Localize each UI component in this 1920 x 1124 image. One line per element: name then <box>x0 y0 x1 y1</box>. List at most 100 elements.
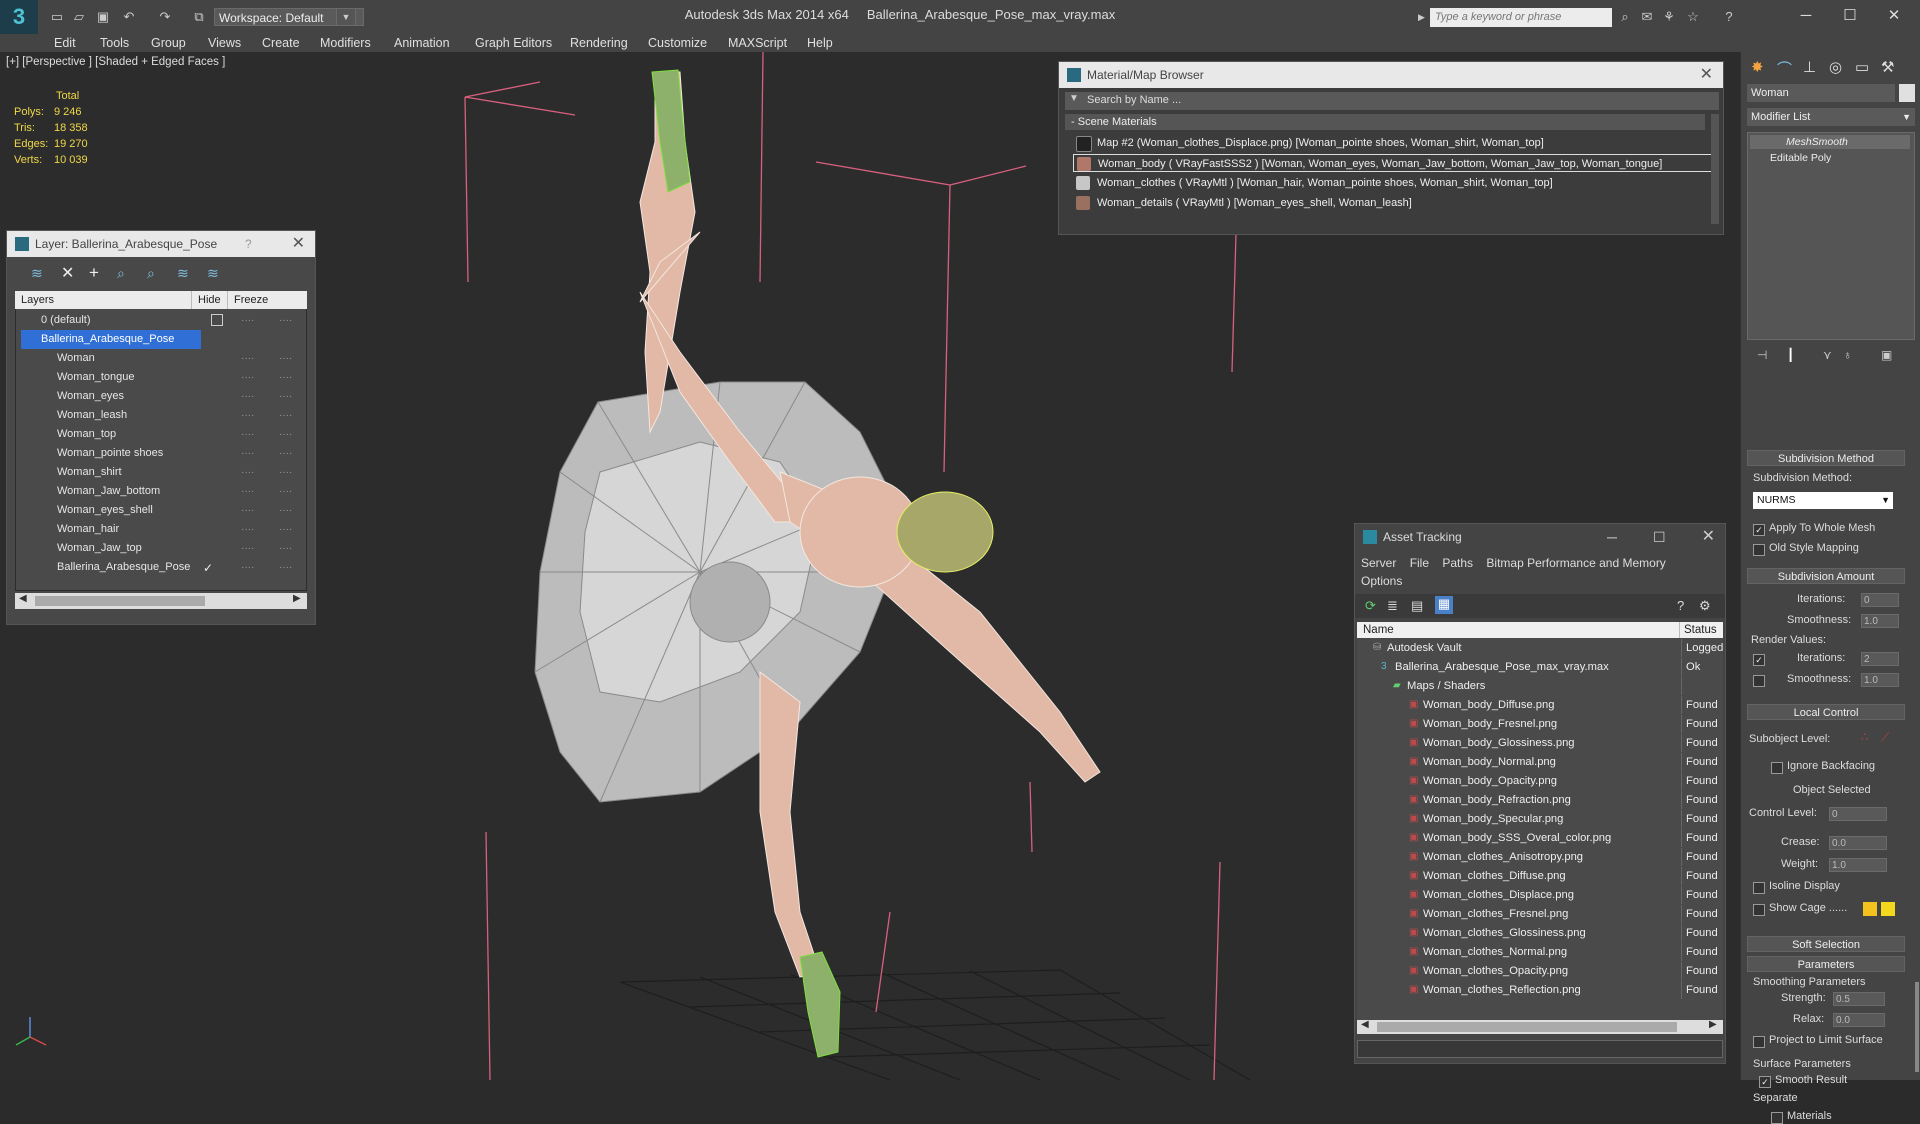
layer-row[interactable]: Woman ···· ···· <box>21 349 307 368</box>
scroll-left-icon[interactable]: ◀ <box>19 593 27 604</box>
asset-row[interactable]: ▣ Woman_body_Glossiness.png Found <box>1359 734 1721 752</box>
hierarchy-tab-icon[interactable]: ⊥ <box>1803 58 1816 76</box>
delete-layer-icon[interactable]: ✕ <box>61 263 74 283</box>
layer-panel-close-icon[interactable]: ✕ <box>292 231 305 257</box>
modify-tab-icon[interactable]: ⌒ <box>1777 58 1792 79</box>
menu-create[interactable]: Create <box>262 34 300 52</box>
asset-row[interactable]: ▣ Woman_clothes_Normal.png Found <box>1359 943 1721 961</box>
stack-item-editable-poly[interactable]: Editable Poly <box>1750 151 1910 165</box>
render-iterations-spinner[interactable]: 2 <box>1861 652 1899 666</box>
workspace-chevron-icon[interactable]: ▼ <box>336 8 356 26</box>
asset-row[interactable]: ▣ Woman_clothes_Anisotropy.png Found <box>1359 848 1721 866</box>
layer-row-selected[interactable]: Ballerina_Arabesque_Pose <box>21 330 201 349</box>
object-color-swatch[interactable] <box>1899 84 1915 102</box>
app-logo-icon[interactable]: 3 <box>0 0 38 34</box>
layer-help-icon[interactable]: ? <box>245 231 252 257</box>
select-in-layer-icon[interactable]: ⌕ <box>117 265 125 282</box>
undo-icon[interactable]: ↶ <box>120 8 138 26</box>
hide-all-icon[interactable]: ≋ <box>177 265 189 282</box>
menu-group[interactable]: Group <box>151 34 186 52</box>
asset-row[interactable]: ▣ Woman_clothes_Opacity.png Found <box>1359 962 1721 980</box>
asset-row[interactable]: ▰ Maps / Shaders <box>1359 677 1721 695</box>
layer-row[interactable]: Woman_eyes_shell ···· ···· <box>21 501 307 520</box>
subdivision-method-dropdown[interactable]: NURMS ▼ <box>1753 492 1893 509</box>
col-layers[interactable]: Layers <box>21 291 54 309</box>
show-end-result-icon[interactable]: ┃ <box>1787 348 1794 362</box>
menu-animation[interactable]: Animation <box>394 34 450 52</box>
open-file-icon[interactable]: ▱ <box>70 8 88 26</box>
layer-row[interactable]: Woman_pointe shoes ···· ···· <box>21 444 307 463</box>
asset-horizontal-scrollbar[interactable]: ◀ ▶ <box>1357 1019 1723 1034</box>
create-layer-icon[interactable]: ≋ <box>31 265 43 282</box>
project-limit-surface-checkbox[interactable] <box>1753 1036 1765 1048</box>
save-file-icon[interactable]: ▣ <box>94 8 112 26</box>
binoculars-icon[interactable]: ⌕ <box>1616 8 1634 26</box>
asset-menu-server[interactable]: Server <box>1361 556 1396 570</box>
asset-row[interactable]: ▣ Woman_clothes_Displace.png Found <box>1359 886 1721 904</box>
remove-modifier-icon[interactable]: ♁ <box>1843 348 1852 362</box>
asset-row[interactable]: 3 Ballerina_Arabesque_Pose_max_vray.max Ok <box>1359 658 1721 676</box>
asset-close-icon[interactable]: ✕ <box>1702 524 1715 550</box>
asset-minimize-icon[interactable]: ─ <box>1607 524 1617 550</box>
menu-rendering[interactable]: Rendering <box>570 34 628 52</box>
asset-row[interactable]: ▣ Woman_body_Refraction.png Found <box>1359 791 1721 809</box>
search-expand-icon[interactable]: ▶ <box>1418 8 1428 27</box>
display-tab-icon[interactable]: ▭ <box>1855 58 1869 76</box>
thumbnail-view-icon[interactable]: ▤ <box>1411 598 1423 614</box>
asset-row[interactable]: ▣ Woman_clothes_Diffuse.png Found <box>1359 867 1721 885</box>
layer-row[interactable]: Woman_shirt ···· ···· <box>21 463 307 482</box>
minimize-icon[interactable]: ─ <box>1786 4 1826 28</box>
smoothness-spinner[interactable]: 1.0 <box>1861 614 1899 628</box>
vertex-level-icon[interactable]: ∴ <box>1861 730 1869 744</box>
asset-tracking-titlebar[interactable]: Asset Tracking ─ ☐ ✕ <box>1355 524 1725 550</box>
col-name[interactable]: Name <box>1363 622 1394 638</box>
scroll-right-icon[interactable]: ▶ <box>293 593 301 604</box>
smooth-result-checkbox[interactable]: ✓ <box>1759 1076 1771 1088</box>
layer-horizontal-scrollbar[interactable]: ◀ ▶ <box>15 593 307 609</box>
configure-modifier-sets-icon[interactable]: ▣ <box>1881 348 1892 362</box>
communication-icon[interactable]: ✉ <box>1638 8 1656 26</box>
new-file-icon[interactable]: ▭ <box>48 8 66 26</box>
list-view-icon[interactable]: ≣ <box>1387 598 1398 614</box>
asset-maximize-icon[interactable]: ☐ <box>1653 524 1666 550</box>
asset-menu-paths[interactable]: Paths <box>1442 556 1473 570</box>
create-tab-icon[interactable]: ✸ <box>1751 58 1764 76</box>
col-status[interactable]: Status <box>1679 622 1717 638</box>
layer-row[interactable]: Woman_Jaw_top ···· ···· <box>21 539 307 558</box>
command-panel-scrollbar[interactable] <box>1915 982 1919 1072</box>
rollout-soft-selection[interactable]: Soft Selection <box>1747 936 1905 952</box>
asset-row[interactable]: ▣ Woman_clothes_Reflection.png Found <box>1359 981 1721 999</box>
asset-settings-icon[interactable]: ⚙ <box>1699 598 1711 614</box>
layer-row[interactable]: Woman_Jaw_bottom ···· ···· <box>21 482 307 501</box>
layer-panel-titlebar[interactable]: Layer: Ballerina_Arabesque_Pose ? ✕ <box>7 231 315 257</box>
edge-level-icon[interactable]: ⟋ <box>1881 730 1889 745</box>
freeze-all-icon[interactable]: ≋ <box>207 265 219 282</box>
relax-spinner[interactable]: 0.0 <box>1833 1013 1885 1027</box>
layer-row[interactable]: Woman_eyes ···· ···· <box>21 387 307 406</box>
search-options-chevron-icon[interactable]: ▼ <box>1069 93 1079 104</box>
menu-maxscript[interactable]: MAXScript <box>728 34 787 52</box>
layer-row[interactable]: 0 (default) ···· ···· <box>21 311 307 330</box>
asset-menu-options[interactable]: Options <box>1361 574 1402 588</box>
menu-edit[interactable]: Edit <box>54 34 76 52</box>
rollout-subdivision-amount[interactable]: Subdivision Amount <box>1747 568 1905 584</box>
asset-row[interactable]: ▣ Woman_clothes_Fresnel.png Found <box>1359 905 1721 923</box>
apply-whole-mesh-checkbox[interactable]: ✓ <box>1753 524 1765 536</box>
control-level-spinner[interactable]: 0 <box>1829 807 1887 821</box>
utilities-tab-icon[interactable]: ⚒ <box>1881 58 1894 76</box>
asset-scroll-right-icon[interactable]: ▶ <box>1709 1019 1717 1030</box>
col-hide[interactable]: Hide <box>191 291 221 309</box>
asset-row[interactable]: ⛁ Autodesk Vault Logged O <box>1359 639 1725 657</box>
cage-color-swatch-1[interactable] <box>1863 902 1877 916</box>
asset-row[interactable]: ▣ Woman_body_SSS_Overal_color.png Found <box>1359 829 1721 847</box>
crease-spinner[interactable]: 0.0 <box>1829 836 1887 850</box>
rollout-local-control[interactable]: Local Control <box>1747 704 1905 720</box>
highlight-layer-icon[interactable]: ⌕ <box>147 265 155 282</box>
layer-row[interactable]: Woman_hair ···· ···· <box>21 520 307 539</box>
menu-tools[interactable]: Tools <box>100 34 129 52</box>
ignore-backfacing-checkbox[interactable] <box>1771 762 1783 774</box>
favorites-star-icon[interactable]: ☆ <box>1684 8 1702 26</box>
layer-row[interactable]: Woman_top ···· ···· <box>21 425 307 444</box>
motion-tab-icon[interactable]: ◎ <box>1829 58 1842 76</box>
viewport-label[interactable]: [+] [Perspective ] [Shaded + Edged Faces… <box>6 56 225 68</box>
